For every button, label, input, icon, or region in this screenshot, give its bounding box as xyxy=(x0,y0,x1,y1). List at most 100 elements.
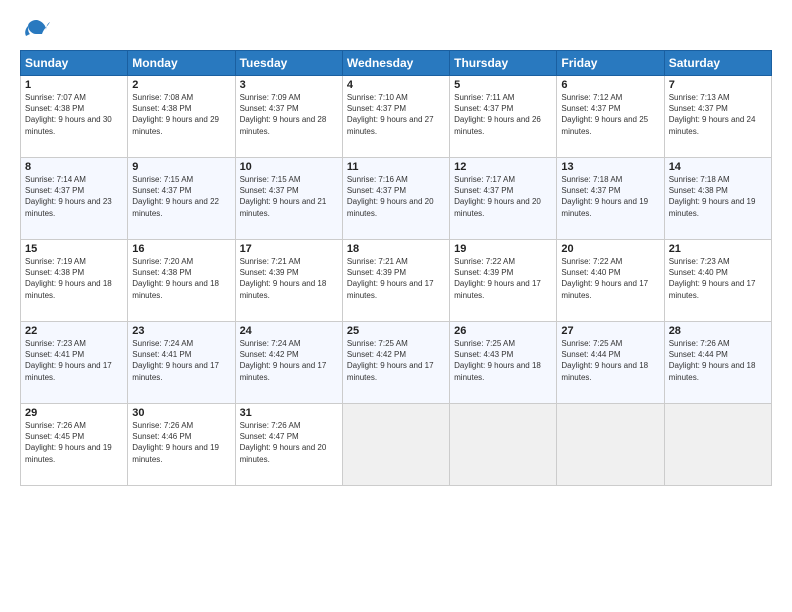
calendar-cell: 4Sunrise: 7:10 AMSunset: 4:37 PMDaylight… xyxy=(342,76,449,158)
day-number: 20 xyxy=(561,243,659,255)
calendar-week-row: 29Sunrise: 7:26 AMSunset: 4:45 PMDayligh… xyxy=(21,404,772,486)
calendar-cell: 14Sunrise: 7:18 AMSunset: 4:38 PMDayligh… xyxy=(664,158,771,240)
logo xyxy=(20,16,50,44)
calendar-cell: 31Sunrise: 7:26 AMSunset: 4:47 PMDayligh… xyxy=(235,404,342,486)
day-info: Sunrise: 7:12 AMSunset: 4:37 PMDaylight:… xyxy=(561,92,659,137)
day-info: Sunrise: 7:17 AMSunset: 4:37 PMDaylight:… xyxy=(454,174,552,219)
day-number: 27 xyxy=(561,325,659,337)
day-number: 8 xyxy=(25,161,123,173)
day-number: 16 xyxy=(132,243,230,255)
calendar-week-row: 15Sunrise: 7:19 AMSunset: 4:38 PMDayligh… xyxy=(21,240,772,322)
day-number: 10 xyxy=(240,161,338,173)
day-number: 1 xyxy=(25,79,123,91)
calendar-cell: 27Sunrise: 7:25 AMSunset: 4:44 PMDayligh… xyxy=(557,322,664,404)
day-info: Sunrise: 7:21 AMSunset: 4:39 PMDaylight:… xyxy=(240,256,338,301)
day-number: 11 xyxy=(347,161,445,173)
day-number: 14 xyxy=(669,161,767,173)
day-number: 2 xyxy=(132,79,230,91)
calendar-cell: 24Sunrise: 7:24 AMSunset: 4:42 PMDayligh… xyxy=(235,322,342,404)
calendar-cell xyxy=(557,404,664,486)
day-number: 7 xyxy=(669,79,767,91)
day-info: Sunrise: 7:20 AMSunset: 4:38 PMDaylight:… xyxy=(132,256,230,301)
calendar-cell: 23Sunrise: 7:24 AMSunset: 4:41 PMDayligh… xyxy=(128,322,235,404)
calendar-cell: 30Sunrise: 7:26 AMSunset: 4:46 PMDayligh… xyxy=(128,404,235,486)
day-number: 5 xyxy=(454,79,552,91)
calendar-week-row: 8Sunrise: 7:14 AMSunset: 4:37 PMDaylight… xyxy=(21,158,772,240)
day-info: Sunrise: 7:15 AMSunset: 4:37 PMDaylight:… xyxy=(132,174,230,219)
day-info: Sunrise: 7:16 AMSunset: 4:37 PMDaylight:… xyxy=(347,174,445,219)
calendar-cell xyxy=(342,404,449,486)
day-info: Sunrise: 7:23 AMSunset: 4:40 PMDaylight:… xyxy=(669,256,767,301)
calendar-cell: 7Sunrise: 7:13 AMSunset: 4:37 PMDaylight… xyxy=(664,76,771,158)
calendar-cell xyxy=(450,404,557,486)
day-number: 12 xyxy=(454,161,552,173)
day-number: 21 xyxy=(669,243,767,255)
calendar-cell: 11Sunrise: 7:16 AMSunset: 4:37 PMDayligh… xyxy=(342,158,449,240)
calendar-table: SundayMondayTuesdayWednesdayThursdayFrid… xyxy=(20,50,772,486)
day-info: Sunrise: 7:26 AMSunset: 4:44 PMDaylight:… xyxy=(669,338,767,383)
weekday-header-tuesday: Tuesday xyxy=(235,51,342,76)
day-number: 3 xyxy=(240,79,338,91)
day-number: 28 xyxy=(669,325,767,337)
day-info: Sunrise: 7:25 AMSunset: 4:42 PMDaylight:… xyxy=(347,338,445,383)
calendar-cell: 21Sunrise: 7:23 AMSunset: 4:40 PMDayligh… xyxy=(664,240,771,322)
day-number: 17 xyxy=(240,243,338,255)
day-info: Sunrise: 7:15 AMSunset: 4:37 PMDaylight:… xyxy=(240,174,338,219)
calendar-cell: 3Sunrise: 7:09 AMSunset: 4:37 PMDaylight… xyxy=(235,76,342,158)
calendar-cell: 29Sunrise: 7:26 AMSunset: 4:45 PMDayligh… xyxy=(21,404,128,486)
logo-bird-icon xyxy=(22,16,50,44)
day-number: 24 xyxy=(240,325,338,337)
day-number: 23 xyxy=(132,325,230,337)
calendar-cell: 16Sunrise: 7:20 AMSunset: 4:38 PMDayligh… xyxy=(128,240,235,322)
day-info: Sunrise: 7:07 AMSunset: 4:38 PMDaylight:… xyxy=(25,92,123,137)
calendar-cell: 25Sunrise: 7:25 AMSunset: 4:42 PMDayligh… xyxy=(342,322,449,404)
calendar-week-row: 22Sunrise: 7:23 AMSunset: 4:41 PMDayligh… xyxy=(21,322,772,404)
day-info: Sunrise: 7:24 AMSunset: 4:42 PMDaylight:… xyxy=(240,338,338,383)
calendar-cell: 9Sunrise: 7:15 AMSunset: 4:37 PMDaylight… xyxy=(128,158,235,240)
calendar-cell: 28Sunrise: 7:26 AMSunset: 4:44 PMDayligh… xyxy=(664,322,771,404)
day-number: 30 xyxy=(132,407,230,419)
day-info: Sunrise: 7:24 AMSunset: 4:41 PMDaylight:… xyxy=(132,338,230,383)
day-number: 4 xyxy=(347,79,445,91)
calendar-cell: 6Sunrise: 7:12 AMSunset: 4:37 PMDaylight… xyxy=(557,76,664,158)
calendar-cell: 13Sunrise: 7:18 AMSunset: 4:37 PMDayligh… xyxy=(557,158,664,240)
day-number: 29 xyxy=(25,407,123,419)
calendar-cell: 15Sunrise: 7:19 AMSunset: 4:38 PMDayligh… xyxy=(21,240,128,322)
day-number: 18 xyxy=(347,243,445,255)
day-info: Sunrise: 7:08 AMSunset: 4:38 PMDaylight:… xyxy=(132,92,230,137)
calendar-cell: 26Sunrise: 7:25 AMSunset: 4:43 PMDayligh… xyxy=(450,322,557,404)
day-number: 9 xyxy=(132,161,230,173)
weekday-header-monday: Monday xyxy=(128,51,235,76)
day-number: 6 xyxy=(561,79,659,91)
day-info: Sunrise: 7:26 AMSunset: 4:46 PMDaylight:… xyxy=(132,420,230,465)
calendar-cell: 8Sunrise: 7:14 AMSunset: 4:37 PMDaylight… xyxy=(21,158,128,240)
calendar-week-row: 1Sunrise: 7:07 AMSunset: 4:38 PMDaylight… xyxy=(21,76,772,158)
day-info: Sunrise: 7:10 AMSunset: 4:37 PMDaylight:… xyxy=(347,92,445,137)
calendar-cell: 17Sunrise: 7:21 AMSunset: 4:39 PMDayligh… xyxy=(235,240,342,322)
day-info: Sunrise: 7:26 AMSunset: 4:45 PMDaylight:… xyxy=(25,420,123,465)
calendar-header: SundayMondayTuesdayWednesdayThursdayFrid… xyxy=(21,51,772,76)
calendar-cell: 12Sunrise: 7:17 AMSunset: 4:37 PMDayligh… xyxy=(450,158,557,240)
day-number: 26 xyxy=(454,325,552,337)
day-number: 19 xyxy=(454,243,552,255)
weekday-header-friday: Friday xyxy=(557,51,664,76)
day-info: Sunrise: 7:25 AMSunset: 4:44 PMDaylight:… xyxy=(561,338,659,383)
calendar-cell: 10Sunrise: 7:15 AMSunset: 4:37 PMDayligh… xyxy=(235,158,342,240)
weekday-header-row: SundayMondayTuesdayWednesdayThursdayFrid… xyxy=(21,51,772,76)
weekday-header-thursday: Thursday xyxy=(450,51,557,76)
calendar-body: 1Sunrise: 7:07 AMSunset: 4:38 PMDaylight… xyxy=(21,76,772,486)
weekday-header-wednesday: Wednesday xyxy=(342,51,449,76)
calendar-cell: 22Sunrise: 7:23 AMSunset: 4:41 PMDayligh… xyxy=(21,322,128,404)
day-info: Sunrise: 7:25 AMSunset: 4:43 PMDaylight:… xyxy=(454,338,552,383)
weekday-header-sunday: Sunday xyxy=(21,51,128,76)
calendar-cell: 19Sunrise: 7:22 AMSunset: 4:39 PMDayligh… xyxy=(450,240,557,322)
day-info: Sunrise: 7:19 AMSunset: 4:38 PMDaylight:… xyxy=(25,256,123,301)
day-number: 31 xyxy=(240,407,338,419)
calendar-cell: 1Sunrise: 7:07 AMSunset: 4:38 PMDaylight… xyxy=(21,76,128,158)
day-info: Sunrise: 7:22 AMSunset: 4:39 PMDaylight:… xyxy=(454,256,552,301)
weekday-header-saturday: Saturday xyxy=(664,51,771,76)
calendar-cell: 20Sunrise: 7:22 AMSunset: 4:40 PMDayligh… xyxy=(557,240,664,322)
day-info: Sunrise: 7:18 AMSunset: 4:38 PMDaylight:… xyxy=(669,174,767,219)
day-info: Sunrise: 7:22 AMSunset: 4:40 PMDaylight:… xyxy=(561,256,659,301)
day-info: Sunrise: 7:11 AMSunset: 4:37 PMDaylight:… xyxy=(454,92,552,137)
